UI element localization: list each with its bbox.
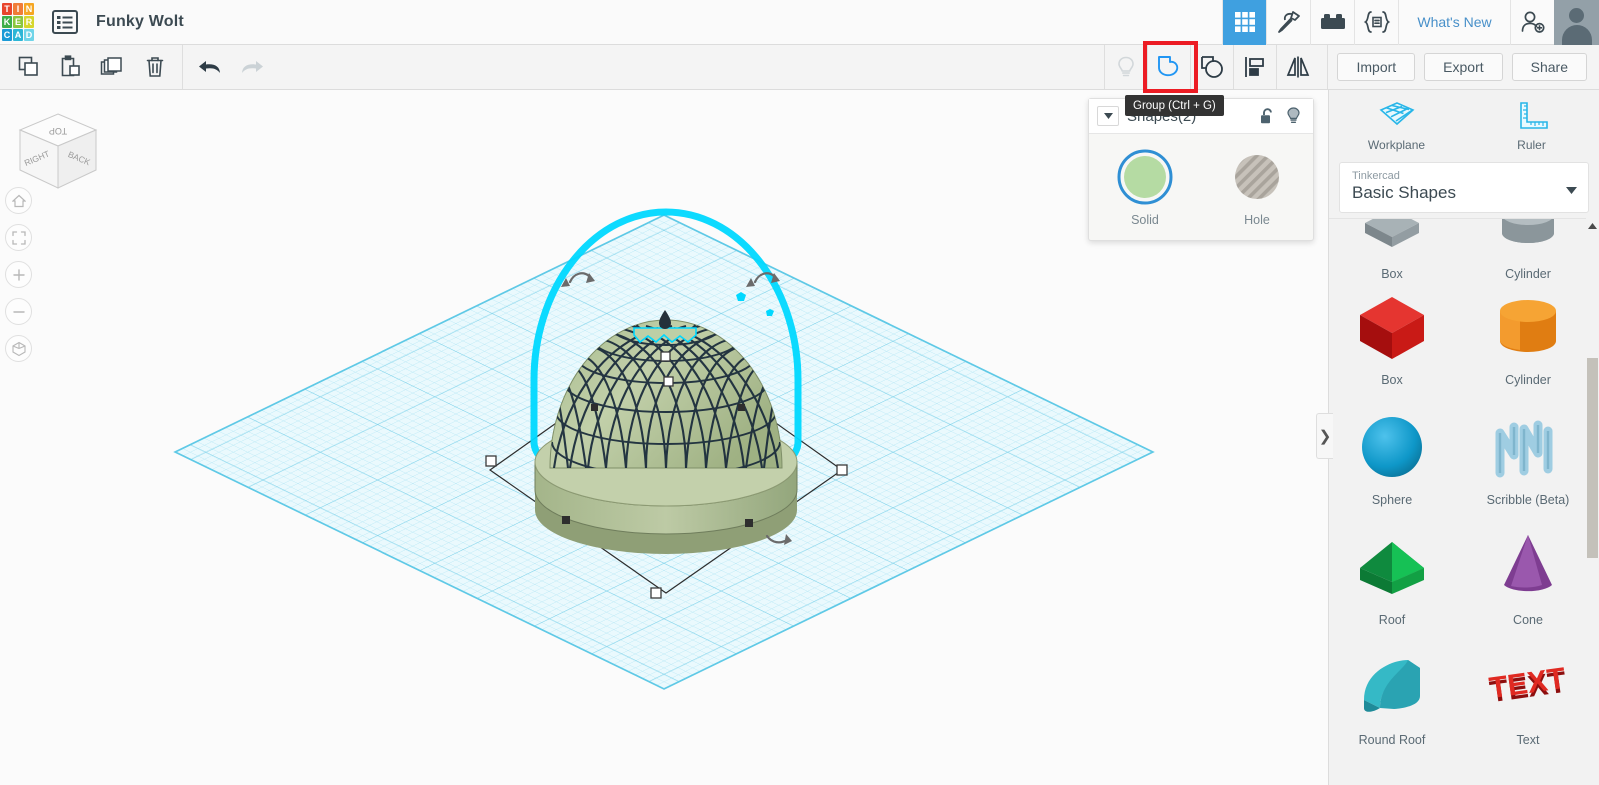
toolbar-divider — [1327, 45, 1329, 89]
shape-item[interactable] — [1466, 747, 1590, 785]
shape-item[interactable]: Cylinder — [1466, 267, 1590, 387]
fit-to-view-icon[interactable] — [5, 224, 32, 251]
shape-item[interactable]: Roof — [1330, 507, 1454, 627]
logo-tile-c: C — [2, 29, 12, 41]
chevron-down-icon[interactable] — [1097, 106, 1119, 126]
hammer-tinker-icon[interactable] — [1266, 0, 1310, 45]
shapes-library-panel: Workplane Ruler Tinkercad Basic Shapes B… — [1328, 90, 1599, 785]
toolbar-divider — [182, 45, 183, 89]
shape-grid-scrollbar[interactable] — [1586, 218, 1599, 785]
shape-item[interactable]: Round Roof — [1330, 627, 1454, 747]
share-button[interactable]: Share — [1511, 53, 1587, 81]
ungroup-icon[interactable] — [1191, 45, 1233, 89]
shape-label: Scribble (Beta) — [1486, 493, 1570, 507]
align-icon[interactable] — [1234, 45, 1276, 89]
duplicate-icon[interactable] — [92, 45, 134, 89]
shapes-panel-body: Solid Hole — [1089, 134, 1313, 227]
logo-tile-t: T — [2, 3, 12, 15]
shape-category-selector[interactable]: Tinkercad Basic Shapes — [1339, 162, 1589, 213]
zoom-out-icon[interactable] — [5, 298, 32, 325]
category-vendor: Tinkercad — [1352, 170, 1400, 182]
hole-swatch — [1235, 155, 1279, 199]
workplane-label: Workplane — [1367, 138, 1426, 152]
shapes-inspector-panel: Shapes(2) Solid Hole — [1088, 98, 1314, 241]
header-actions: What's New — [1222, 0, 1599, 45]
shape-grid[interactable]: Box Cylinder Box Cylinder Sphere Scribbl… — [1329, 218, 1599, 785]
scrollbar-thumb[interactable] — [1587, 358, 1598, 558]
delete-trash-icon[interactable] — [134, 45, 176, 89]
edit-toolbar: Import Export Share — [0, 45, 1599, 90]
tinkercad-logo[interactable]: TINKERCAD — [2, 3, 34, 41]
mirror-icon[interactable] — [1277, 45, 1319, 89]
logo-tile-d: D — [24, 29, 34, 41]
ruler-label: Ruler — [1517, 138, 1546, 152]
shape-label: Cylinder — [1505, 373, 1551, 387]
group-tooltip: Group (Ctrl + G) — [1125, 95, 1224, 116]
paste-icon[interactable] — [50, 45, 92, 89]
shape-label: Roof — [1378, 613, 1406, 627]
shape-label: Cone — [1513, 613, 1543, 627]
list-menu-icon[interactable] — [52, 10, 78, 34]
cube-face-top: TOP — [49, 126, 67, 136]
import-button[interactable]: Import — [1337, 53, 1416, 81]
shape-label: Box — [1381, 373, 1403, 387]
shape-item[interactable]: Sphere — [1330, 387, 1454, 507]
whats-new-label: What's New — [1417, 14, 1492, 30]
redo-icon[interactable] — [231, 45, 273, 89]
shape-item[interactable]: TEXT TEXT Text — [1466, 627, 1590, 747]
panel-tools-row: Workplane Ruler — [1329, 90, 1599, 152]
lightbulb-icon[interactable] — [1105, 45, 1147, 89]
undo-icon[interactable] — [189, 45, 231, 89]
category-name: Basic Shapes — [1352, 183, 1456, 202]
logo-tile-k: K — [2, 16, 12, 28]
ruler-icon — [1519, 102, 1548, 129]
solid-swatch — [1117, 149, 1173, 205]
hole-option[interactable]: Hole — [1228, 148, 1286, 227]
logo-tile-r: R — [24, 16, 34, 28]
hole-label: Hole — [1244, 213, 1270, 227]
logo-tile-e: E — [13, 16, 23, 28]
shape-item[interactable] — [1330, 747, 1454, 785]
scroll-up-icon[interactable] — [1587, 220, 1598, 232]
toolbar-right-group: Import Export Share — [1104, 45, 1599, 89]
shape-item[interactable]: Cone — [1466, 507, 1590, 627]
ruler-tool[interactable]: Ruler — [1464, 92, 1599, 152]
solid-label: Solid — [1131, 213, 1159, 227]
brick-blocks-icon[interactable] — [1310, 0, 1354, 45]
shape-label: Round Roof — [1358, 733, 1426, 747]
group-icon[interactable] — [1148, 45, 1190, 89]
project-title: Funky Wolt — [96, 13, 184, 30]
zoom-in-icon[interactable] — [5, 261, 32, 288]
shape-item[interactable]: Box — [1330, 267, 1454, 387]
perspective-toggle-icon[interactable] — [5, 335, 32, 362]
codeblocks-icon[interactable] — [1354, 0, 1398, 45]
unlock-icon[interactable] — [1260, 107, 1275, 125]
solid-option[interactable]: Solid — [1116, 148, 1174, 227]
shape-label: Sphere — [1371, 493, 1413, 507]
whats-new-button[interactable]: What's New — [1398, 0, 1510, 45]
workplane-icon — [1379, 102, 1414, 126]
user-avatar[interactable] — [1554, 0, 1599, 45]
collapse-panel-button[interactable]: ❯ — [1316, 413, 1333, 459]
export-button[interactable]: Export — [1424, 53, 1503, 81]
logo-tile-i: I — [13, 3, 23, 15]
home-view-icon[interactable] — [5, 187, 32, 214]
grid-apps-icon[interactable] — [1222, 0, 1266, 45]
shape-item[interactable]: Scribble (Beta) — [1466, 387, 1590, 507]
view-cube[interactable]: TOP RIGHT BACK — [12, 108, 104, 196]
app-header: TINKERCAD Funky Wolt What's New — [0, 0, 1599, 45]
logo-tile-n: N — [24, 3, 34, 15]
workplane-tool[interactable]: Workplane — [1329, 92, 1464, 152]
chevron-down-icon — [1566, 187, 1577, 194]
copy-icon[interactable] — [8, 45, 50, 89]
logo-tile-a: A — [13, 29, 23, 41]
add-person-icon[interactable] — [1510, 0, 1554, 45]
shape-label: Text — [1516, 733, 1540, 747]
lightbulb-icon[interactable] — [1286, 107, 1301, 125]
